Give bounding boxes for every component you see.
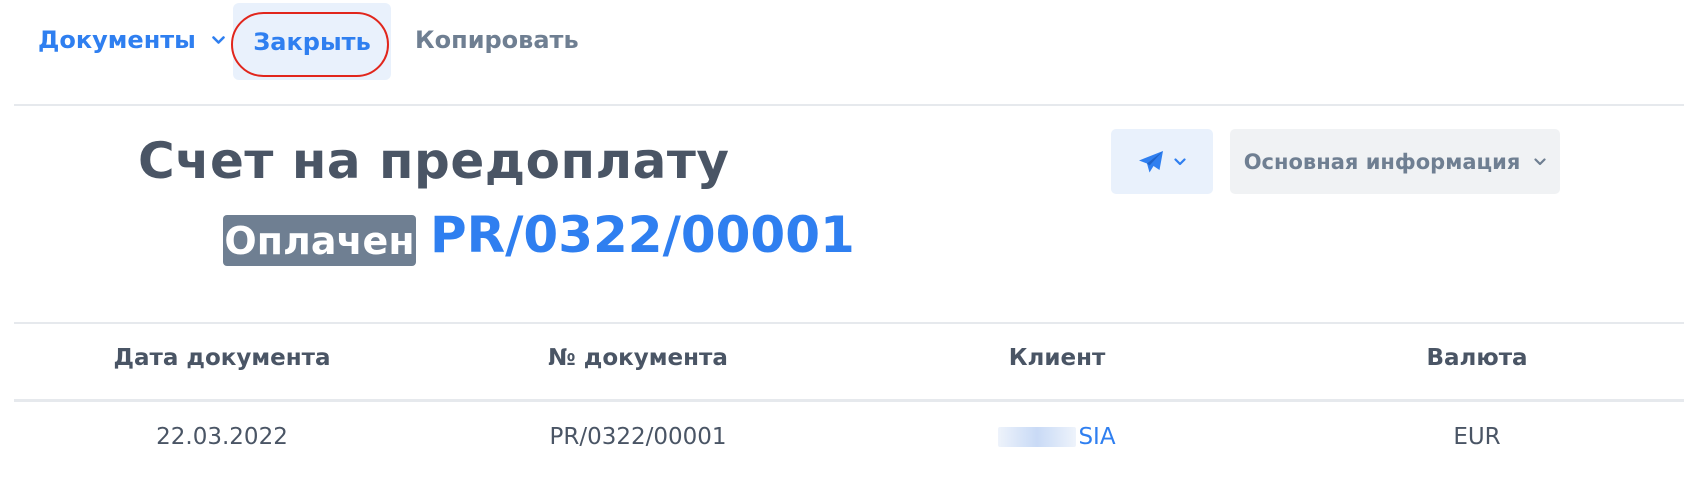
cell-number: PR/0322/00001 <box>549 424 727 450</box>
page-title: Счет на предоплату <box>138 132 730 190</box>
copy-button-label: Копировать <box>415 26 579 54</box>
table-header-divider <box>14 399 1684 402</box>
column-header-number: № документа <box>548 345 728 371</box>
documents-menu-label: Документы <box>38 26 196 54</box>
documents-menu[interactable]: Документы <box>38 0 225 80</box>
column-header-currency: Валюта <box>1426 345 1528 371</box>
toolbar-divider <box>14 104 1684 106</box>
chevron-down-icon <box>1174 157 1186 165</box>
document-number-title: PR/0322/00001 <box>430 206 855 264</box>
cell-currency: EUR <box>1453 424 1501 450</box>
chevron-down-icon <box>212 35 225 44</box>
redacted-client-name <box>998 427 1077 447</box>
header-divider <box>14 322 1684 324</box>
cell-date: 22.03.2022 <box>156 424 288 450</box>
client-link[interactable]: SIA <box>1078 424 1115 450</box>
document-page: Документы Закрыть Копировать Счет на пре… <box>0 0 1690 502</box>
cell-client: SIA <box>877 424 1237 450</box>
send-button[interactable] <box>1111 129 1213 194</box>
main-info-label: Основная информация <box>1243 149 1521 174</box>
status-badge: Оплачен <box>223 215 416 266</box>
chevron-down-icon <box>1534 157 1546 165</box>
column-header-client: Клиент <box>1008 345 1106 371</box>
paper-plane-icon <box>1139 150 1163 172</box>
column-header-date: Дата документа <box>113 345 331 371</box>
close-button[interactable]: Закрыть <box>233 3 391 80</box>
copy-button[interactable]: Копировать <box>415 0 579 80</box>
close-button-label: Закрыть <box>253 27 371 56</box>
main-info-dropdown[interactable]: Основная информация <box>1230 129 1560 194</box>
